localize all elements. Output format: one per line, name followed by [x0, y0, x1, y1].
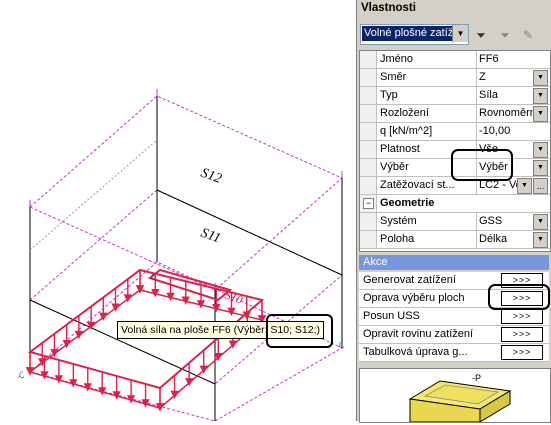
chevron-down-icon: ▼	[533, 214, 548, 230]
label-s10: S10	[223, 288, 245, 307]
section-geometry[interactable]: − Geometrie	[360, 195, 550, 213]
chevron-down-icon: ▼	[533, 70, 548, 86]
highlight-annotation	[488, 284, 550, 310]
object-type-select[interactable]: Volné plošné zatíž ▼	[360, 24, 469, 45]
chevron-down-icon: ▼	[533, 160, 548, 176]
top-slab-edge	[29, 95, 343, 291]
chevron-down-icon: ▼	[533, 88, 548, 104]
action-button[interactable]: >>>	[501, 309, 543, 324]
chevron-down-icon[interactable]: ▼	[452, 25, 468, 42]
panel-title-bar: Vlastnosti	[357, 0, 551, 18]
prop-row-q[interactable]: q [kN/m^2] -10,00	[360, 123, 550, 141]
action-button[interactable]: >>>	[501, 327, 543, 342]
load-preview-graphic: -P	[408, 373, 512, 423]
action-button[interactable]: >>>	[501, 345, 543, 360]
panel-title: Vlastnosti	[361, 2, 416, 14]
action-table-edit: Tabulková úprava g... >>>	[359, 344, 549, 362]
chevron-down-icon: ▼	[533, 142, 548, 158]
chevron-down-icon: ▼	[517, 178, 532, 194]
filter-add-icon[interactable]: ⏷	[497, 27, 513, 43]
chevron-down-icon: ▼	[533, 106, 548, 122]
structure-drawing: ℒ ℒ ℒ S12 S11 S10	[18, 89, 345, 421]
pencil-icon[interactable]: ✎	[520, 27, 536, 43]
highlight-annotation	[266, 314, 333, 348]
prop-row-position[interactable]: Poloha Délka ▼	[360, 231, 550, 249]
action-move-ucs: Posun USS >>>	[359, 308, 549, 326]
prop-row-direction[interactable]: Směr Z ▼	[360, 69, 550, 87]
collapse-icon[interactable]: −	[363, 198, 374, 209]
preview-label: -P	[472, 373, 481, 383]
label-s12: S12	[199, 166, 224, 187]
chevron-down-icon: ▼	[533, 232, 548, 248]
prop-row-name[interactable]: Jméno FF6	[360, 51, 550, 69]
filter-icon[interactable]: ⏷	[473, 27, 489, 43]
svg-text:ℒ: ℒ	[18, 370, 25, 380]
prop-row-distribution[interactable]: Rozložení Rovnoměrné ▼	[360, 105, 550, 123]
svg-text:ℒ: ℒ	[338, 340, 345, 350]
more-button[interactable]: ...	[533, 178, 548, 194]
properties-panel: Vlastnosti Volné plošné zatíž ▼ ⏷ ⏷ ✎ Jm…	[356, 0, 551, 423]
svg-text:ℒ: ℒ	[150, 272, 157, 282]
arrow-head	[155, 403, 165, 412]
actions-header: Akce	[359, 255, 549, 270]
prop-row-type[interactable]: Typ Síla ▼	[360, 87, 550, 105]
object-type-value: Volné plošné zatíž	[362, 26, 452, 41]
action-fix-plane: Opravit rovinu zatížení >>>	[359, 326, 549, 344]
prop-row-system[interactable]: Systém GSS ▼	[360, 213, 550, 231]
beam	[29, 299, 216, 385]
label-s11: S11	[199, 226, 223, 247]
highlight-annotation	[451, 149, 513, 181]
load-preview: -P	[359, 368, 551, 423]
model-viewport[interactable]: ℒ ℒ ℒ S12 S11 S10 Volná síla na ploše FF…	[0, 0, 352, 421]
